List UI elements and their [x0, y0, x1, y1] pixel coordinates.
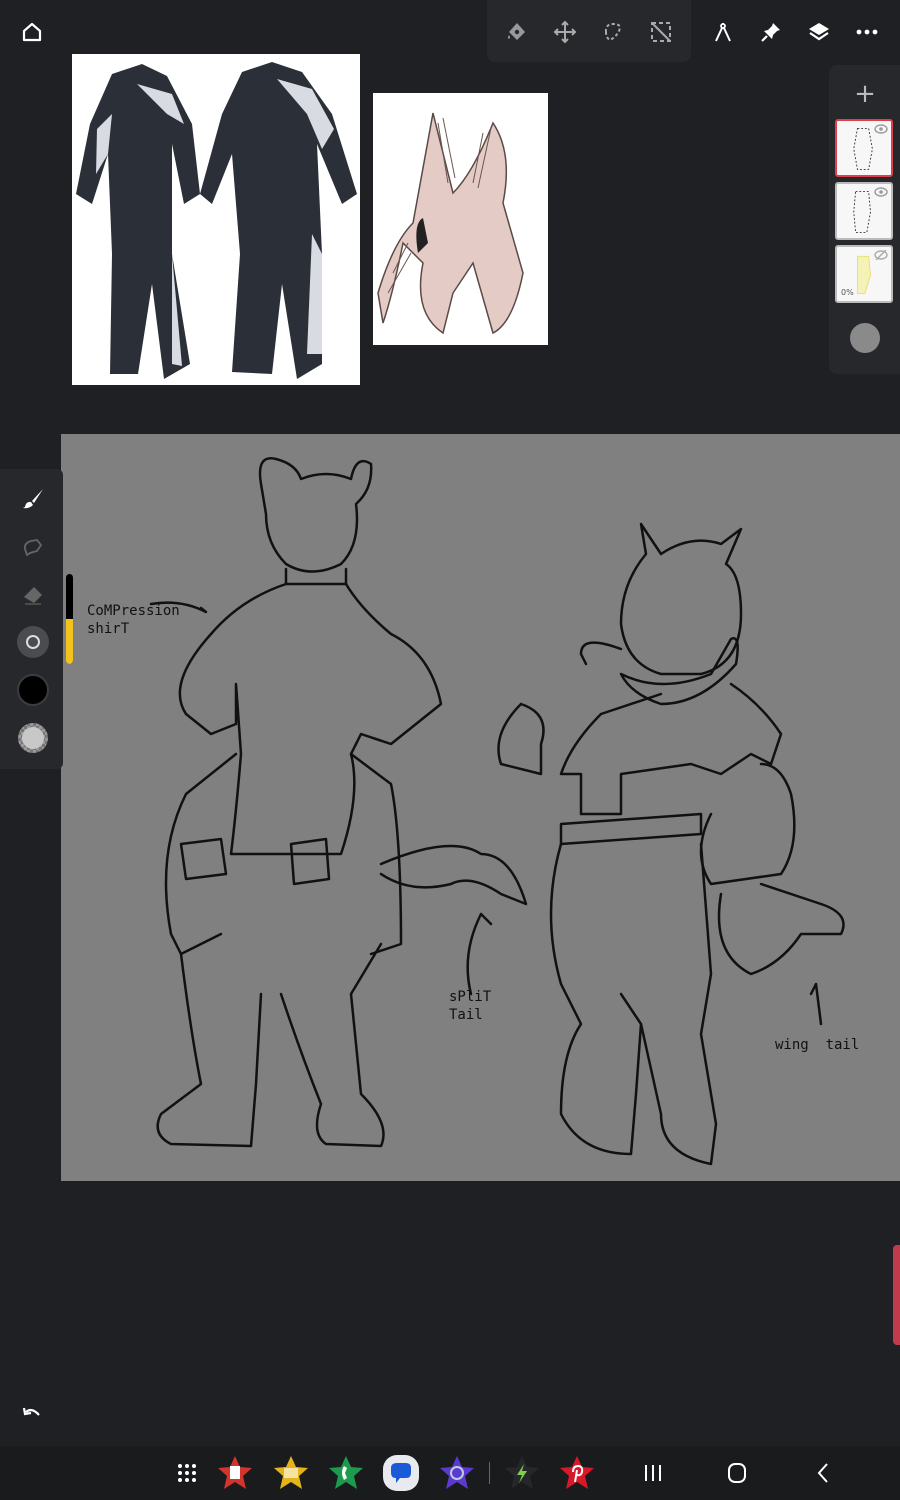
color-secondary-swatch: [18, 723, 48, 753]
eye-icon[interactable]: [874, 187, 888, 197]
star-lightning-icon: [505, 1456, 539, 1489]
annotation-wing-tail: wing tail: [775, 1037, 860, 1053]
brush-shape-icon: [17, 626, 49, 658]
star-docs-icon: [218, 1456, 252, 1489]
app-docs[interactable]: [216, 1454, 254, 1492]
add-layer-button[interactable]: +: [849, 79, 881, 111]
brush-settings-button[interactable]: [13, 622, 53, 662]
move-icon: [553, 20, 577, 44]
home-nav-button[interactable]: [722, 1460, 752, 1486]
jumpsuit-photo: [76, 62, 357, 379]
star-pinterest-icon: [560, 1456, 594, 1489]
fill-icon: [508, 23, 525, 40]
app-lightning[interactable]: [503, 1454, 541, 1492]
layer-thumbnail-1[interactable]: [835, 119, 893, 177]
pin-icon: [761, 23, 780, 42]
pin-button[interactable]: [753, 14, 789, 50]
transform-toolgroup: [487, 0, 691, 62]
app-drawer-button[interactable]: [168, 1454, 206, 1492]
star-internet-icon: [440, 1456, 474, 1489]
home-button[interactable]: [14, 14, 50, 50]
deselect-icon: [651, 22, 671, 42]
layer-color-button[interactable]: [850, 323, 880, 353]
drawing-canvas[interactable]: CoMPression shirT sPliT Tail wing tail: [61, 434, 900, 1181]
recent-apps-icon: [645, 1465, 661, 1481]
app-files[interactable]: [272, 1454, 310, 1492]
color-black-swatch: [17, 674, 49, 706]
back-icon: [817, 1463, 828, 1483]
grid-icon: [178, 1464, 196, 1482]
brush-size-slider[interactable]: [66, 574, 73, 664]
eye-icon[interactable]: [874, 124, 888, 134]
undo-icon: [22, 1407, 40, 1416]
character-sketch: [149, 457, 845, 1166]
reference-image-jumpsuit[interactable]: [72, 54, 360, 385]
back-button[interactable]: [808, 1460, 838, 1486]
reference-image-winged-figures[interactable]: [373, 93, 548, 345]
eraser-icon: [24, 587, 42, 605]
recent-apps-button[interactable]: [638, 1460, 668, 1486]
layer-thumbnail-3[interactable]: 0%: [835, 245, 893, 303]
lasso-select-button[interactable]: [595, 14, 631, 50]
smudge-tool[interactable]: [13, 527, 53, 567]
brush-tool[interactable]: [13, 479, 53, 519]
undo-button[interactable]: [14, 1396, 50, 1432]
app-pinterest[interactable]: [558, 1454, 596, 1492]
app-messages[interactable]: [382, 1454, 420, 1492]
lasso-select-icon: [604, 22, 621, 42]
brush-size-fill: [66, 619, 73, 664]
messages-icon: [383, 1455, 419, 1491]
side-panel-handle[interactable]: [893, 1245, 900, 1345]
primary-color-button[interactable]: [13, 670, 53, 710]
app-internet[interactable]: [438, 1454, 476, 1492]
star-phone-icon: [329, 1456, 363, 1489]
deselect-button[interactable]: [643, 14, 679, 50]
home-icon: [22, 22, 42, 42]
layers-icon: [809, 23, 829, 41]
ruler-compass-icon: [715, 23, 731, 42]
layers-panel: + 0%: [829, 65, 900, 374]
more-icon: [856, 29, 878, 35]
annotation-split-tail: sPliT Tail: [449, 989, 492, 1023]
guides-button[interactable]: [705, 14, 741, 50]
home-nav-icon: [728, 1463, 746, 1483]
star-files-icon: [274, 1456, 308, 1489]
layers-button[interactable]: [801, 14, 837, 50]
brush-icon: [23, 489, 43, 509]
layer-opacity-label: 0%: [841, 288, 854, 297]
app-phone[interactable]: [327, 1454, 365, 1492]
tool-sidebar: [0, 469, 63, 769]
move-button[interactable]: [547, 14, 583, 50]
fill-button[interactable]: [499, 14, 535, 50]
eye-hidden-icon[interactable]: [874, 250, 888, 260]
eraser-tool[interactable]: [13, 575, 53, 615]
winged-figures-art: [377, 112, 524, 335]
layer-thumbnail-2[interactable]: [835, 182, 893, 240]
more-button[interactable]: [849, 14, 885, 50]
smudge-icon: [23, 539, 43, 557]
annotation-compression-shirt: CoMPression shirT: [87, 603, 180, 637]
secondary-color-button[interactable]: [13, 718, 53, 758]
taskbar-divider: [489, 1462, 490, 1484]
